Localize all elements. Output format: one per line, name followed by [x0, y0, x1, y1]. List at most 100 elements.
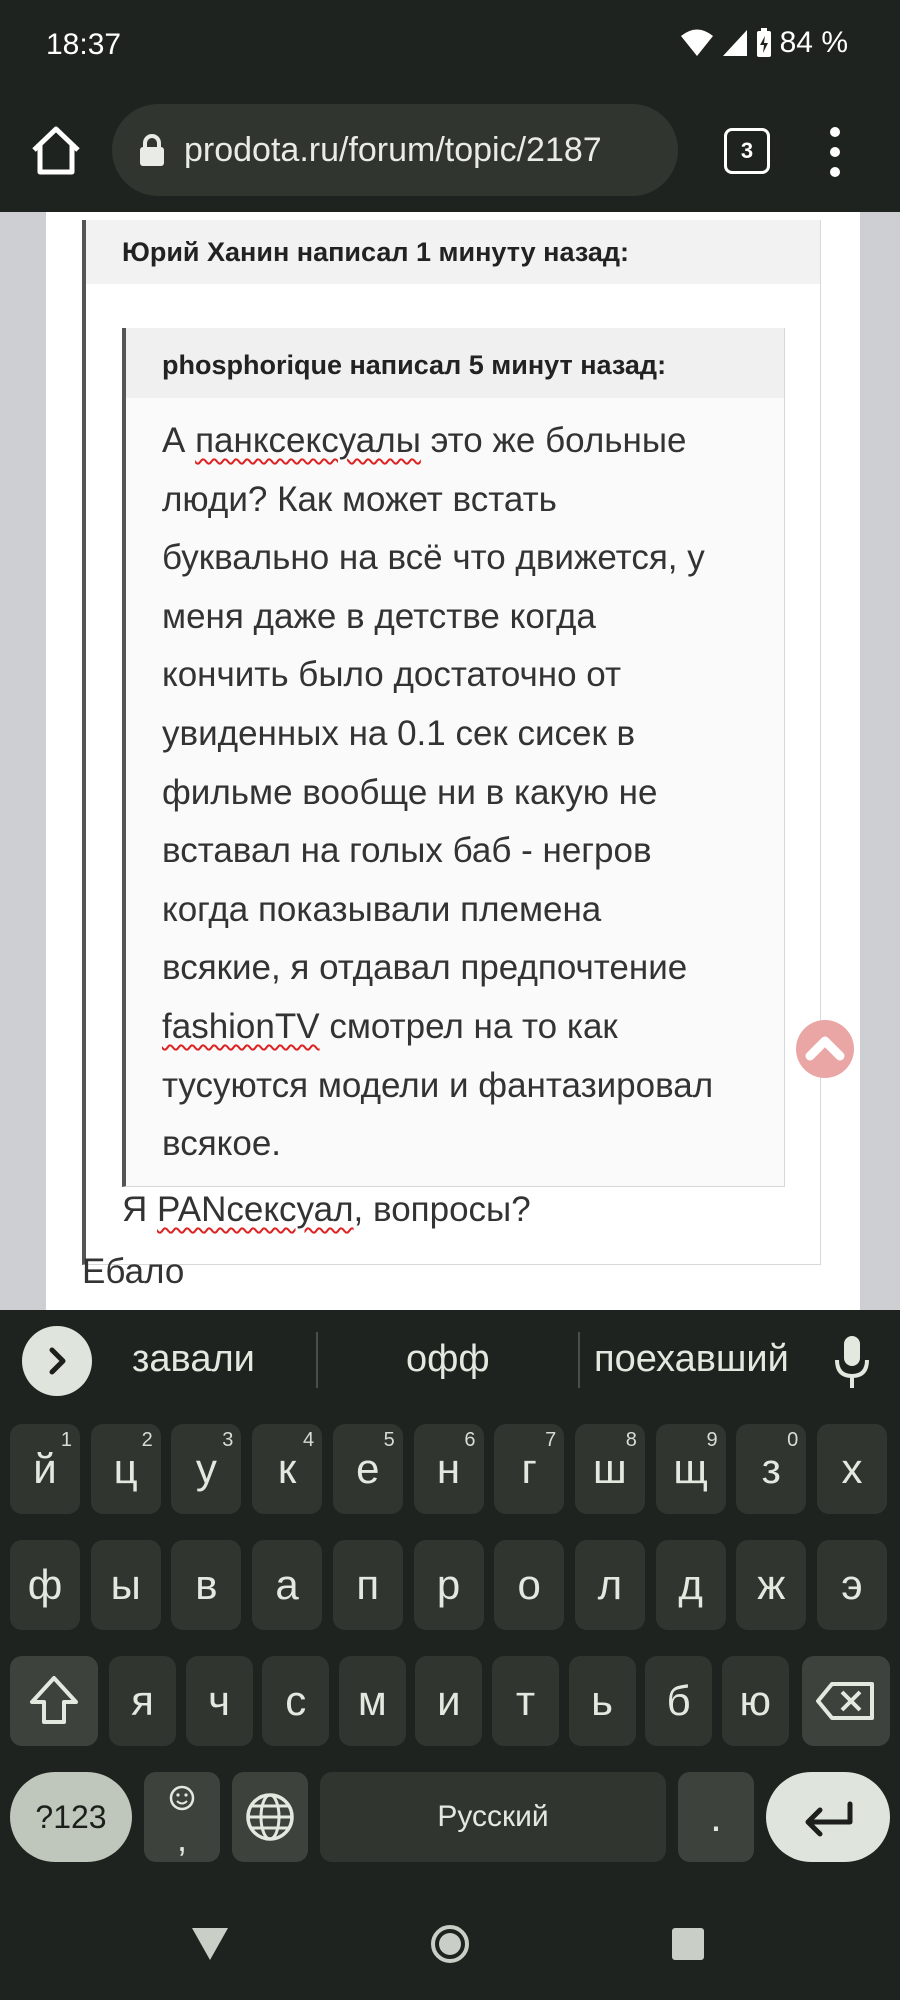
back-icon[interactable]	[190, 1926, 230, 1962]
more-menu-icon[interactable]	[820, 124, 850, 180]
key-л[interactable]: л	[574, 1540, 645, 1630]
quote-line: фильме вообще ни в какую не	[162, 764, 764, 823]
enter-key[interactable]	[766, 1772, 890, 1862]
key-н[interactable]: н6	[413, 1424, 484, 1514]
shift-key[interactable]	[10, 1656, 98, 1746]
key-о[interactable]: о	[494, 1540, 565, 1630]
microphone-icon[interactable]	[832, 1334, 872, 1390]
quote-text: А	[162, 421, 196, 460]
key-д[interactable]: д	[655, 1540, 726, 1630]
inner-quote-text: А панксексуалы это же больные люди? Как м…	[126, 398, 784, 1174]
key-ы[interactable]: ы	[90, 1540, 161, 1630]
key-label: в	[195, 1561, 218, 1608]
key-ц[interactable]: ц2	[90, 1424, 161, 1514]
quote-line: А панксексуалы это же больные	[162, 412, 764, 471]
quote-line: меня даже в детстве когда	[162, 588, 764, 647]
quote-line: когда показывали племена	[162, 881, 764, 940]
key-ф[interactable]: ф	[10, 1540, 80, 1630]
quote-text: это же больные	[420, 421, 687, 460]
quote-line: всякие, я отдавал предпочтение	[162, 939, 764, 998]
key-label: у	[195, 1445, 217, 1492]
key-п[interactable]: п	[332, 1540, 403, 1630]
key-э[interactable]: э	[817, 1540, 887, 1630]
key-г[interactable]: г7	[494, 1424, 565, 1514]
key-х[interactable]: х	[817, 1424, 887, 1514]
key-label: ж	[757, 1561, 786, 1608]
key-и[interactable]: и	[415, 1656, 483, 1746]
key-label: я	[131, 1677, 154, 1724]
key-label: ю	[739, 1677, 772, 1724]
key-label: с	[285, 1677, 307, 1724]
key-ч[interactable]: ч	[185, 1656, 253, 1746]
key-label: п	[356, 1561, 380, 1608]
suggestion-2[interactable]: офф	[406, 1338, 490, 1381]
quote-line: люди? Как может встать	[162, 471, 764, 530]
key-ь[interactable]: ь	[568, 1656, 636, 1746]
space-key[interactable]: Русский	[320, 1772, 666, 1862]
key-label: л	[597, 1561, 623, 1608]
key-hint: 7	[545, 1429, 557, 1451]
quote-text: всякие, я отдавал предпочтение	[162, 948, 688, 988]
key-label: а	[275, 1561, 299, 1608]
expand-suggestions-button[interactable]	[22, 1326, 92, 1396]
suggestion-1[interactable]: завали	[132, 1338, 255, 1381]
symbols-key[interactable]: ?123	[10, 1772, 132, 1862]
emoji-comma-key[interactable]: ,	[144, 1772, 220, 1862]
battery-icon	[756, 28, 771, 57]
url-text: prodota.ru/forum/topic/2187	[184, 130, 602, 169]
key-label: х	[841, 1445, 863, 1492]
home-circle-icon[interactable]	[430, 1924, 470, 1964]
key-т[interactable]: т	[492, 1656, 559, 1746]
navigation-bar	[0, 1888, 900, 2000]
keyboard: завали офф поехавший й1ц2у3к4е5н6г7ш8щ9з…	[0, 1310, 900, 1888]
key-у[interactable]: у3	[171, 1424, 242, 1514]
backspace-key[interactable]	[802, 1656, 890, 1746]
key-я[interactable]: я	[109, 1656, 176, 1746]
key-label: т	[515, 1677, 536, 1724]
key-б[interactable]: б	[645, 1656, 713, 1746]
web-content: Юрий Ханин написал 1 минуту назад: phosp…	[0, 212, 900, 1310]
key-hint: 6	[464, 1429, 476, 1451]
language-key[interactable]	[232, 1772, 308, 1862]
key-label: е	[356, 1445, 380, 1492]
suggestion-3[interactable]: поехавший	[594, 1338, 789, 1381]
key-с[interactable]: с	[262, 1656, 330, 1746]
key-hint: 4	[302, 1429, 315, 1451]
quote-text: смотрел на то как	[319, 1006, 618, 1046]
key-ю[interactable]: ю	[721, 1656, 789, 1746]
quote-line: fashionTV смотрел на то как	[162, 998, 764, 1057]
key-з[interactable]: з0	[736, 1424, 807, 1514]
key-label: г	[521, 1445, 537, 1492]
key-к[interactable]: к4	[252, 1424, 323, 1514]
home-icon[interactable]	[28, 122, 84, 178]
quote-text: всякое.	[162, 1124, 282, 1164]
key-hint: 5	[383, 1429, 395, 1451]
key-а[interactable]: а	[252, 1540, 323, 1630]
globe-icon	[246, 1793, 294, 1841]
quote-line: буквально на всё что движется, у	[162, 529, 764, 588]
key-щ[interactable]: щ9	[655, 1424, 726, 1514]
suggestion-strip: завали офф поехавший	[0, 1310, 900, 1410]
key-в[interactable]: в	[171, 1540, 242, 1630]
key-label: и	[437, 1677, 461, 1724]
comma-label: ,	[176, 1818, 187, 1859]
key-й[interactable]: й1	[10, 1424, 80, 1514]
key-hint: 0	[787, 1429, 799, 1451]
key-м[interactable]: м	[338, 1656, 406, 1746]
tab-switcher-button[interactable]: 3	[724, 128, 770, 174]
key-label: э	[841, 1561, 863, 1608]
key-р[interactable]: р	[413, 1540, 484, 1630]
status-bar: 18:37 84 %	[0, 0, 900, 96]
key-е[interactable]: е5	[332, 1424, 403, 1514]
quote-line: вставал на голых баб - негров	[162, 822, 764, 881]
recents-icon[interactable]	[670, 1926, 706, 1962]
outer-quote-author: Юрий Ханин написал 1 минуту назад:	[86, 220, 820, 284]
key-ж[interactable]: ж	[736, 1540, 807, 1630]
key-ш[interactable]: ш8	[574, 1424, 645, 1514]
address-bar[interactable]: prodota.ru/forum/topic/2187	[112, 104, 678, 196]
period-key[interactable]: .	[678, 1772, 754, 1862]
quote-text: фильме вообще ни в какую не	[162, 772, 658, 812]
key-label: д	[678, 1561, 703, 1608]
scroll-to-top-button[interactable]	[796, 1020, 854, 1078]
post-text: Ебало	[82, 1252, 185, 1291]
